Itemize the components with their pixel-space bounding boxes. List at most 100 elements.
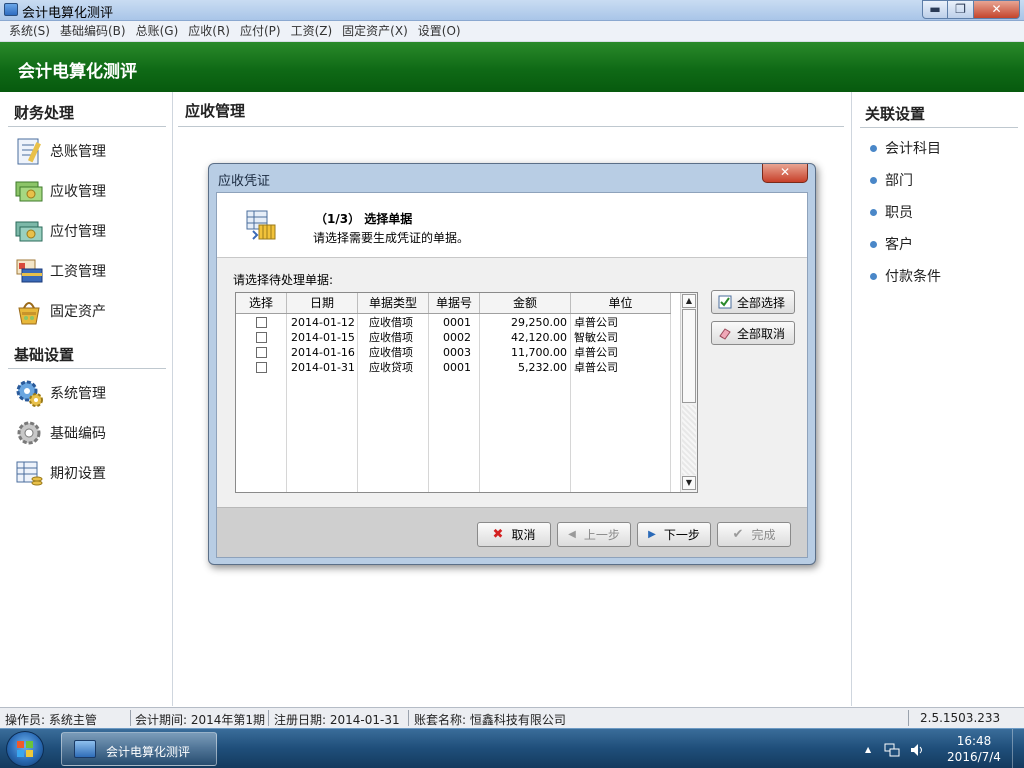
nav-item-system[interactable]: 系统管理 bbox=[14, 377, 164, 409]
menu-general-ledger[interactable]: 总账(G) bbox=[131, 21, 184, 41]
bullet-icon bbox=[870, 144, 877, 152]
basic-code-gear-icon bbox=[14, 418, 44, 448]
deselect-all-button[interactable]: 全部取消 bbox=[711, 321, 795, 345]
wizard-step: （1/3） 选择单据 bbox=[315, 212, 413, 226]
opening-setup-icon bbox=[14, 458, 44, 488]
scroll-thumb[interactable] bbox=[682, 309, 696, 403]
table-row[interactable]: 2014-01-16 应收借项 0003 11,700.00 卓普公司 bbox=[236, 345, 671, 360]
cell-type: 应收借项 bbox=[369, 316, 413, 329]
column-header-number[interactable]: 单据号 bbox=[429, 293, 480, 313]
banner-title: 会计电算化测评 bbox=[18, 62, 137, 82]
table-row[interactable]: 2014-01-12 应收借项 0001 29,250.00 卓普公司 bbox=[236, 315, 671, 330]
status-bar: 操作员: 系统主管 会计期间: 2014年第1期 注册日期: 2014-01-3… bbox=[0, 707, 1024, 728]
menu-basic-code[interactable]: 基础编码(B) bbox=[55, 21, 131, 41]
grid-prompt: 请选择待处理单据: bbox=[233, 273, 334, 287]
nav-label: 基础编码 bbox=[50, 426, 106, 442]
volume-icon[interactable] bbox=[910, 743, 924, 760]
finish-button[interactable]: ✔ 完成 bbox=[717, 522, 791, 547]
status-separator bbox=[908, 710, 909, 726]
column-header-date[interactable]: 日期 bbox=[287, 293, 358, 313]
table-row[interactable]: 2014-01-15 应收借项 0002 42,120.00 智敏公司 bbox=[236, 330, 671, 345]
cell-unit: 卓普公司 bbox=[574, 361, 618, 374]
dialog-title: 应收凭证 bbox=[218, 174, 271, 189]
menu-settings[interactable]: 设置(O) bbox=[413, 21, 466, 41]
cell-date: 2014-01-15 bbox=[291, 331, 355, 344]
title-bar: 会计电算化测评 ▬ ❐ ✕ bbox=[0, 0, 1024, 21]
dialog-close-button[interactable]: ✕ bbox=[762, 164, 808, 183]
cell-number: 0003 bbox=[443, 346, 471, 359]
cell-number: 0002 bbox=[443, 331, 471, 344]
show-desktop-button[interactable] bbox=[1012, 729, 1024, 768]
menu-system[interactable]: 系统(S) bbox=[4, 21, 55, 41]
start-button[interactable] bbox=[6, 731, 44, 767]
network-icon[interactable] bbox=[884, 743, 900, 760]
cell-amount: 29,250.00 bbox=[511, 316, 567, 329]
nav-item-ledger[interactable]: 总账管理 bbox=[14, 135, 164, 167]
column-header-amount[interactable]: 金额 bbox=[480, 293, 571, 313]
system-gear-icon bbox=[14, 378, 44, 408]
previous-step-button[interactable]: ◀ 上一步 bbox=[557, 522, 631, 547]
status-version: 2.5.1503.233 bbox=[920, 711, 1001, 725]
link-accounts[interactable]: 会计科目 bbox=[870, 138, 941, 158]
nav-item-payroll[interactable]: 工资管理 bbox=[14, 255, 164, 287]
link-customers[interactable]: 客户 bbox=[870, 234, 913, 254]
menu-bar: 系统(S) 基础编码(B) 总账(G) 应收(R) 应付(P) 工资(Z) 固定… bbox=[0, 21, 1024, 42]
cell-type: 应收借项 bbox=[369, 331, 413, 344]
eraser-icon bbox=[718, 326, 732, 340]
tray-expand-icon[interactable]: ▲ bbox=[865, 745, 871, 754]
cell-type: 应收贷项 bbox=[369, 361, 413, 374]
nav-item-basic-code[interactable]: 基础编码 bbox=[14, 417, 164, 449]
left-nav-panel: 财务处理 总账管理 应收管理 应付管理 工资管理 固定资产 基础设置 系统管理 … bbox=[0, 92, 173, 706]
scroll-up-button[interactable]: ▲ bbox=[682, 294, 696, 308]
close-button[interactable]: ✕ bbox=[974, 0, 1020, 19]
bullet-icon bbox=[870, 208, 877, 216]
nav-item-opening-setup[interactable]: 期初设置 bbox=[14, 457, 164, 489]
wizard-description: 请选择需要生成凭证的单据。 bbox=[313, 231, 470, 245]
menu-payable[interactable]: 应付(P) bbox=[235, 21, 286, 41]
nav-item-receivable[interactable]: 应收管理 bbox=[14, 175, 164, 207]
nav-label: 系统管理 bbox=[50, 386, 106, 402]
column-header-select[interactable]: 选择 bbox=[236, 293, 287, 313]
status-register-date: 注册日期: 2014-01-31 bbox=[274, 713, 400, 727]
windows-logo-icon bbox=[17, 741, 33, 757]
wizard-footer: ✖ 取消 ◀ 上一步 ▶ 下一步 ✔ 完成 bbox=[217, 507, 807, 557]
taskbar-app-button[interactable]: 会计电算化测评 bbox=[61, 732, 217, 766]
cancel-x-icon: ✖ bbox=[492, 527, 504, 542]
nav-item-fixed-assets[interactable]: 固定资产 bbox=[14, 295, 164, 327]
table-scrollbar[interactable]: ▲ ▼ bbox=[680, 293, 697, 492]
nav-label: 工资管理 bbox=[50, 264, 106, 280]
link-payment-terms[interactable]: 付款条件 bbox=[870, 266, 941, 286]
row-checkbox[interactable] bbox=[256, 317, 267, 328]
cancel-button[interactable]: ✖ 取消 bbox=[477, 522, 551, 547]
row-checkbox[interactable] bbox=[256, 347, 267, 358]
menu-fixed-assets[interactable]: 固定资产(X) bbox=[337, 21, 413, 41]
link-departments[interactable]: 部门 bbox=[870, 170, 913, 190]
status-separator bbox=[130, 710, 131, 726]
scroll-down-button[interactable]: ▼ bbox=[682, 476, 696, 490]
clock-date: 2016/7/4 bbox=[947, 750, 1001, 764]
nav-item-payable[interactable]: 应付管理 bbox=[14, 215, 164, 247]
menu-payroll[interactable]: 工资(Z) bbox=[286, 21, 338, 41]
menu-receivable[interactable]: 应收(R) bbox=[183, 21, 235, 41]
minimize-button[interactable]: ▬ bbox=[922, 0, 948, 19]
maximize-button[interactable]: ❐ bbox=[948, 0, 974, 19]
ledger-icon bbox=[14, 136, 44, 166]
scroll-track[interactable] bbox=[682, 405, 696, 475]
arrow-right-icon: ▶ bbox=[648, 529, 656, 540]
section-divider bbox=[8, 126, 166, 127]
clock-time: 16:48 bbox=[956, 734, 992, 748]
column-header-unit[interactable]: 单位 bbox=[571, 293, 671, 313]
cell-unit: 智敏公司 bbox=[574, 331, 618, 344]
bullet-icon bbox=[870, 176, 877, 184]
system-clock[interactable]: 16:48 2016/7/4 bbox=[944, 733, 1004, 765]
select-all-button[interactable]: 全部选择 bbox=[711, 290, 795, 314]
row-checkbox[interactable] bbox=[256, 332, 267, 343]
next-step-button[interactable]: ▶ 下一步 bbox=[637, 522, 711, 547]
row-checkbox[interactable] bbox=[256, 362, 267, 373]
link-employees[interactable]: 职员 bbox=[870, 202, 913, 222]
select-documents-icon bbox=[245, 209, 277, 241]
column-header-type[interactable]: 单据类型 bbox=[358, 293, 429, 313]
finish-label: 完成 bbox=[751, 528, 776, 542]
table-row[interactable]: 2014-01-31 应收贷项 0001 5,232.00 卓普公司 bbox=[236, 360, 671, 375]
title-divider bbox=[178, 126, 844, 127]
